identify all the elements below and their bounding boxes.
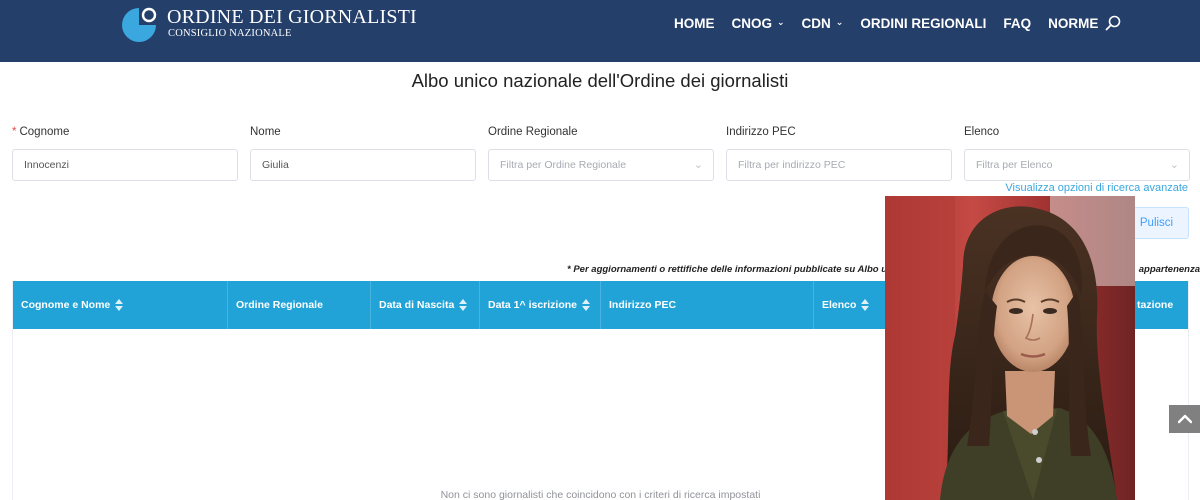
- notice-tail: appartenenza: [1136, 264, 1200, 275]
- search-icon[interactable]: [1105, 15, 1121, 31]
- select-placeholder: Filtra per Elenco: [976, 159, 1053, 171]
- nav-item-faq[interactable]: FAQ: [1003, 16, 1031, 31]
- site-header: ORDINE DEI GIORNALISTI CONSIGLIO NAZIONA…: [0, 0, 1200, 62]
- chevron-down-icon: ⌄: [693, 159, 703, 171]
- chevron-down-icon: ⌄: [1169, 159, 1179, 171]
- chevron-down-icon: ⌄: [777, 16, 785, 27]
- advanced-search-link[interactable]: Visualizza opzioni di ricerca avanzate: [1005, 182, 1188, 194]
- page: ORDINE DEI GIORNALISTI CONSIGLIO NAZIONA…: [0, 0, 1200, 500]
- field-cognome: * Cognome Innocenzi: [12, 126, 238, 181]
- sort-icon[interactable]: [582, 299, 590, 311]
- cognome-input[interactable]: Innocenzi: [12, 149, 238, 181]
- nav-item-cdn[interactable]: CDN ⌄: [802, 16, 844, 31]
- nav-item-ordini-regionali[interactable]: ORDINI REGIONALI: [860, 16, 986, 31]
- column-indirizzo-pec: Indirizzo PEC: [601, 281, 814, 329]
- back-to-top-button[interactable]: [1169, 405, 1200, 433]
- nav-item-norme[interactable]: NORME: [1048, 16, 1098, 31]
- column-data-nascita[interactable]: Data di Nascita: [371, 281, 480, 329]
- brand-subtitle: CONSIGLIO NAZIONALE: [168, 28, 292, 39]
- notice-text: * Per aggiornamenti o rettifiche delle i…: [567, 264, 907, 275]
- required-marker: *: [12, 126, 17, 138]
- nome-input[interactable]: Giulia: [250, 149, 476, 181]
- circle-logo-icon[interactable]: [122, 5, 160, 43]
- field-label: Indirizzo PEC: [726, 126, 796, 138]
- sort-icon[interactable]: [459, 299, 468, 311]
- elenco-select[interactable]: Filtra per Elenco ⌄: [964, 149, 1190, 181]
- column-data-iscrizione[interactable]: Data 1^ iscrizione: [480, 281, 601, 329]
- column-cognome-nome[interactable]: Cognome e Nome: [13, 281, 228, 329]
- select-placeholder: Filtra per Ordine Regionale: [500, 159, 627, 171]
- field-label: Cognome: [19, 126, 70, 138]
- sort-icon[interactable]: [115, 299, 124, 311]
- sort-icon[interactable]: [861, 299, 870, 311]
- field-label: Ordine Regionale: [488, 126, 578, 138]
- nav-item-home[interactable]: HOME: [674, 16, 715, 31]
- column-ordine-regionale: Ordine Regionale: [228, 281, 371, 329]
- field-nome: Nome Giulia: [250, 126, 476, 181]
- pec-input[interactable]: Filtra per indirizzo PEC: [726, 149, 952, 181]
- page-title: Albo unico nazionale dell'Ordine dei gio…: [411, 70, 789, 91]
- column-tazione: tazione: [1137, 299, 1174, 311]
- main-nav: HOME CNOG ⌄ CDN ⌄ ORDINI REGIONALI FAQ NOR…: [674, 14, 1121, 32]
- chevron-down-icon: ⌄: [835, 16, 844, 27]
- portrait-photo: [885, 196, 1135, 500]
- brand-title[interactable]: ORDINE DEI GIORNALISTI: [167, 6, 417, 29]
- field-label: Nome: [250, 126, 281, 138]
- field-indirizzo-pec: Indirizzo PEC Filtra per indirizzo PEC: [726, 126, 952, 181]
- field-label: Elenco: [964, 126, 1000, 138]
- ordine-regionale-select[interactable]: Filtra per Ordine Regionale ⌄: [488, 149, 714, 181]
- column-elenco[interactable]: Elenco: [814, 281, 889, 329]
- chevron-up-icon: [1177, 414, 1192, 424]
- field-ordine-regionale: Ordine Regionale Filtra per Ordine Regio…: [488, 126, 714, 181]
- field-elenco: Elenco Filtra per Elenco ⌄: [964, 126, 1190, 181]
- nav-item-cnog[interactable]: CNOG ⌄: [732, 16, 785, 31]
